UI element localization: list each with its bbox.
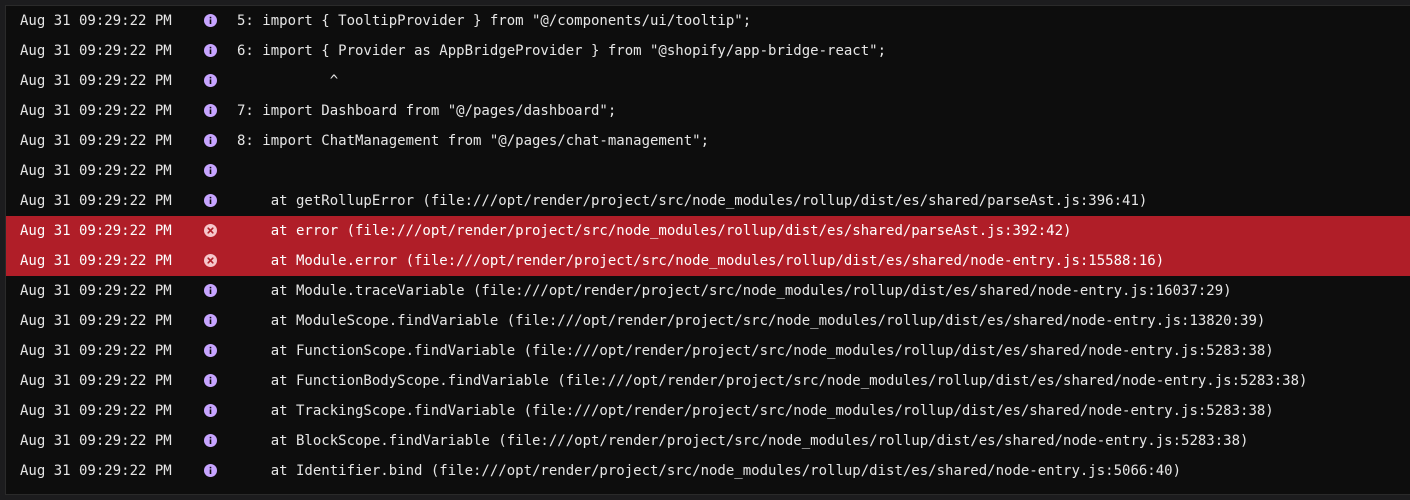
- info-icon: [204, 314, 217, 327]
- log-row[interactable]: Aug 31 09:29:22 PM at TrackingScope.find…: [6, 396, 1410, 426]
- log-timestamp: Aug 31 09:29:22 PM: [20, 283, 172, 299]
- log-row[interactable]: Aug 31 09:29:22 PM: [6, 156, 1410, 186]
- info-icon: [204, 284, 217, 297]
- log-message: ^: [237, 73, 339, 89]
- info-icon: [204, 194, 217, 207]
- log-timestamp: Aug 31 09:29:22 PM: [20, 433, 172, 449]
- log-message: 7: import Dashboard from "@/pages/dashbo…: [237, 103, 617, 119]
- log-timestamp: Aug 31 09:29:22 PM: [20, 343, 172, 359]
- log-timestamp: Aug 31 09:29:22 PM: [20, 133, 172, 149]
- info-icon: [204, 374, 217, 387]
- log-timestamp: Aug 31 09:29:22 PM: [20, 43, 172, 59]
- log-row[interactable]: Aug 31 09:29:22 PM at FunctionBodyScope.…: [6, 366, 1410, 396]
- info-icon: [204, 74, 217, 87]
- log-message: at Identifier.bind (file:///opt/render/p…: [237, 463, 1182, 479]
- log-timestamp: Aug 31 09:29:22 PM: [20, 313, 172, 329]
- info-icon: [204, 14, 217, 27]
- log-row[interactable]: Aug 31 09:29:22 PM at getRollupError (fi…: [6, 186, 1410, 216]
- log-timestamp: Aug 31 09:29:22 PM: [20, 103, 172, 119]
- log-message: at Module.error (file:///opt/render/proj…: [237, 253, 1165, 269]
- log-row[interactable]: Aug 31 09:29:22 PM at Module.traceVariab…: [6, 276, 1410, 306]
- log-timestamp: Aug 31 09:29:22 PM: [20, 163, 172, 179]
- log-timestamp: Aug 31 09:29:22 PM: [20, 463, 172, 479]
- log-row[interactable]: Aug 31 09:29:22 PM at BlockScope.findVar…: [6, 426, 1410, 456]
- error-icon: [204, 254, 217, 267]
- log-row-error[interactable]: Aug 31 09:29:22 PM at Module.error (file…: [6, 246, 1410, 276]
- log-timestamp: Aug 31 09:29:22 PM: [20, 73, 172, 89]
- log-message: at FunctionScope.findVariable (file:///o…: [237, 343, 1274, 359]
- log-row[interactable]: Aug 31 09:29:22 PM at FunctionScope.find…: [6, 336, 1410, 366]
- info-icon: [204, 134, 217, 147]
- info-icon: [204, 434, 217, 447]
- log-message: at FunctionBodyScope.findVariable (file:…: [237, 373, 1308, 389]
- log-message: at ModuleScope.findVariable (file:///opt…: [237, 313, 1266, 329]
- log-timestamp: Aug 31 09:29:22 PM: [20, 13, 172, 29]
- info-icon: [204, 164, 217, 177]
- log-timestamp: Aug 31 09:29:22 PM: [20, 403, 172, 419]
- log-row[interactable]: Aug 31 09:29:22 PM ^: [6, 66, 1410, 96]
- error-icon: [204, 224, 217, 237]
- info-icon: [204, 344, 217, 357]
- log-timestamp: Aug 31 09:29:22 PM: [20, 373, 172, 389]
- log-row[interactable]: Aug 31 09:29:22 PM 5: import { TooltipPro…: [6, 6, 1410, 36]
- log-message: at BlockScope.findVariable (file:///opt/…: [237, 433, 1249, 449]
- log-message: at getRollupError (file:///opt/render/pr…: [237, 193, 1148, 209]
- log-message: 6: import { Provider as AppBridgeProvide…: [237, 43, 887, 59]
- log-row-error[interactable]: Aug 31 09:29:22 PM at error (file:///opt…: [6, 216, 1410, 246]
- info-icon: [204, 44, 217, 57]
- log-row[interactable]: Aug 31 09:29:22 PM 7: import Dashboard fr…: [6, 96, 1410, 126]
- log-row[interactable]: Aug 31 09:29:22 PM at Identifier.bind (f…: [6, 456, 1410, 486]
- log-row[interactable]: Aug 31 09:29:22 PM 6: import { Provider a…: [6, 36, 1410, 66]
- log-message: at error (file:///opt/render/project/src…: [237, 223, 1072, 239]
- info-icon: [204, 464, 217, 477]
- log-timestamp: Aug 31 09:29:22 PM: [20, 193, 172, 209]
- info-icon: [204, 104, 217, 117]
- log-panel[interactable]: Aug 31 09:29:22 PM 5: import { TooltipPro…: [5, 5, 1410, 495]
- info-icon: [204, 404, 217, 417]
- log-message: at Module.traceVariable (file:///opt/ren…: [237, 283, 1232, 299]
- log-timestamp: Aug 31 09:29:22 PM: [20, 223, 172, 239]
- log-timestamp: Aug 31 09:29:22 PM: [20, 253, 172, 269]
- log-message: 8: import ChatManagement from "@/pages/c…: [237, 133, 710, 149]
- log-message: 5: import { TooltipProvider } from "@/co…: [237, 13, 752, 29]
- log-message: at TrackingScope.findVariable (file:///o…: [237, 403, 1274, 419]
- log-row[interactable]: Aug 31 09:29:22 PM at ModuleScope.findVa…: [6, 306, 1410, 336]
- log-row[interactable]: Aug 31 09:29:22 PM 8: import ChatManageme…: [6, 126, 1410, 156]
